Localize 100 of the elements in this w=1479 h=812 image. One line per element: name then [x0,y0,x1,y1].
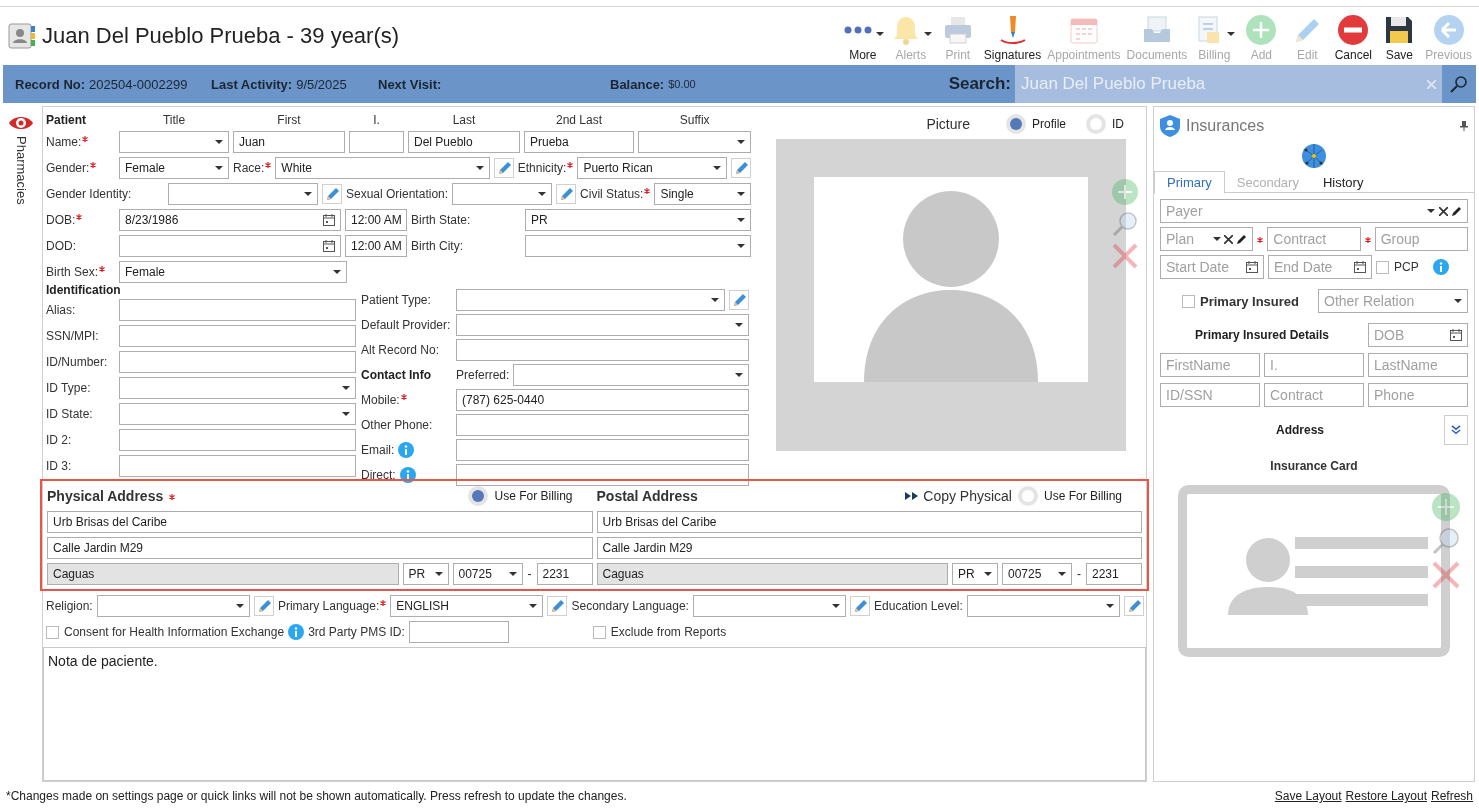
dropdown[interactable] [168,183,318,205]
text-field[interactable] [408,621,509,643]
toolbar-button[interactable]: Save [1376,12,1423,62]
text-field[interactable]: 12:00 AM [345,209,407,231]
text-field[interactable]: Phone [1368,383,1468,407]
calendar-icon[interactable] [1354,261,1366,273]
text-field[interactable]: Juan [233,131,345,153]
dropdown[interactable] [96,595,250,617]
text-field[interactable] [456,414,749,436]
info-icon[interactable] [288,624,305,640]
clear-icon[interactable] [1224,234,1234,244]
text-field[interactable] [119,351,356,373]
pencil-icon[interactable] [1452,206,1462,216]
dropdown[interactable]: White [275,157,490,179]
text-field[interactable]: I. [1264,353,1364,377]
text-field[interactable]: Group [1374,227,1468,251]
text-field[interactable]: 2231 [1086,563,1142,585]
text-field[interactable]: Contract [1264,383,1364,407]
dropdown[interactable] [513,364,749,386]
text-field[interactable]: (787) 625-0440 [456,389,749,411]
text-field[interactable] [456,439,749,461]
radio-button[interactable] [1086,114,1106,134]
checkbox[interactable] [46,625,59,639]
text-field[interactable]: LastName [1368,353,1468,377]
dropdown[interactable]: Female [119,157,229,179]
calendar-icon[interactable] [1450,329,1462,341]
text-field[interactable] [119,455,356,477]
cross-icon[interactable] [1432,561,1460,589]
dropdown[interactable] [525,235,752,257]
clear-icon[interactable] [1439,206,1449,216]
text-field[interactable] [456,464,749,486]
dropdown[interactable]: ENGLISH [390,595,544,617]
text-field[interactable]: Del Pueblo [408,131,520,153]
plus-icon[interactable] [1432,493,1460,521]
dropdown[interactable] [638,131,752,153]
tab[interactable]: History [1310,171,1376,193]
dropdown[interactable]: Single [654,183,752,205]
plus-icon[interactable] [1112,179,1138,205]
toolbar-button[interactable]: Signatures [980,12,1045,62]
dropdown[interactable]: Female [119,261,347,283]
dropdown[interactable] [692,595,847,617]
dropdown[interactable]: PR [525,209,752,231]
dropdown[interactable]: 00725 [452,563,523,585]
text-field[interactable]: Calle Jardin M29 [47,537,593,559]
search-icon[interactable] [1432,527,1460,555]
dropdown[interactable]: PR [402,563,449,585]
field-label: DOB: [46,213,76,227]
dropdown[interactable] [456,314,749,336]
text-field[interactable]: Urb Brisas del Caribe [47,511,593,533]
pin-icon[interactable] [1460,121,1468,131]
checkbox[interactable] [1182,294,1195,308]
pencil-icon[interactable] [1237,234,1248,244]
dropdown[interactable]: PR [952,563,998,585]
footer-link[interactable]: Save Layout [1274,789,1342,803]
toolbar-button[interactable]: Cancel [1330,12,1377,62]
text-field[interactable]: FirstName [1160,353,1260,377]
text-field[interactable] [119,325,356,347]
copy-button[interactable]: Copy Physical [905,488,1012,504]
footer-link[interactable]: Restore Layout [1345,789,1427,803]
dropdown[interactable] [119,377,356,399]
notes-field[interactable]: Nota de paciente. [43,647,1146,781]
text-field[interactable]: Calle Jardin M29 [596,537,1142,559]
text-field[interactable]: Contract [1267,227,1361,251]
checkbox[interactable] [1376,260,1389,274]
toolbar-button[interactable]: More [838,12,887,62]
tab[interactable]: Primary [1154,171,1225,194]
text-field[interactable]: 12:00 AM [345,235,407,257]
dropdown[interactable] [119,403,356,425]
search-icon[interactable] [1112,211,1138,237]
info-icon[interactable] [398,442,415,458]
text-field[interactable] [119,299,356,321]
dropdown[interactable] [966,595,1120,617]
cross-icon[interactable] [1112,243,1138,269]
globe-icon[interactable] [1301,143,1327,169]
calendar-icon[interactable] [323,214,335,226]
calendar-icon[interactable] [1246,261,1258,273]
calendar-icon[interactable] [323,240,335,252]
dropdown[interactable]: Puerto Rican [577,157,728,179]
info-icon[interactable] [1432,259,1449,275]
text-field[interactable] [119,429,356,451]
text-field[interactable]: ID/SSN [1160,383,1260,407]
text-field[interactable]: Prueba [524,131,634,153]
info-icon[interactable] [399,467,416,483]
radio-button[interactable] [1017,486,1038,506]
dropdown[interactable] [452,183,553,205]
dropdown[interactable]: 00725 [1002,563,1072,585]
checkbox[interactable] [592,625,606,639]
expand-button[interactable] [1444,415,1468,445]
text-field[interactable] [456,339,749,361]
date-field[interactable] [119,235,341,257]
text-field[interactable] [349,131,404,153]
radio-button[interactable] [468,486,489,506]
text-field[interactable]: Urb Brisas del Caribe [596,511,1142,533]
dropdown[interactable] [456,289,725,311]
radio-button[interactable] [1006,114,1026,134]
dropdown[interactable] [119,131,229,153]
text-field[interactable]: 2231 [536,563,593,585]
date-field[interactable]: 8/23/1986 [119,209,341,231]
side-tab[interactable]: Pharmacies [8,114,34,214]
footer-link[interactable]: Refresh [1430,789,1473,803]
